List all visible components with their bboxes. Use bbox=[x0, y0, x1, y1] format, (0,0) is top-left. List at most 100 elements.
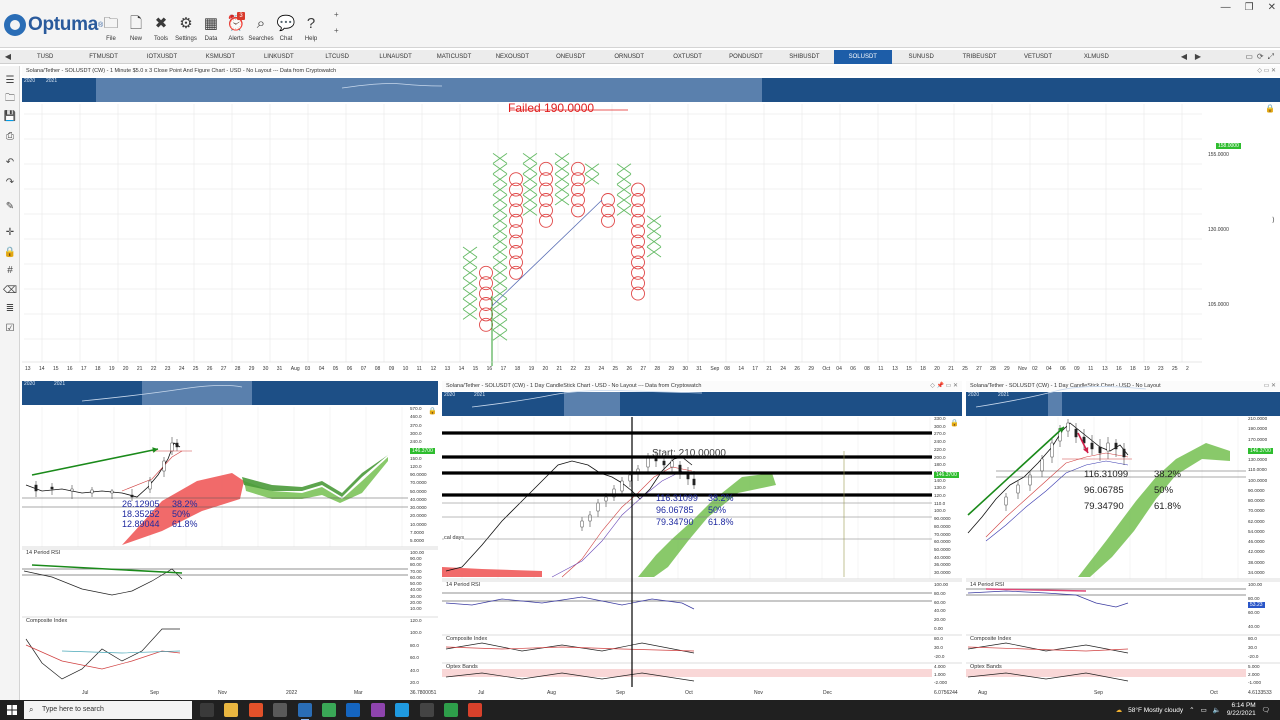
lock-icon[interactable]: 🔒 bbox=[428, 407, 437, 415]
minimize-button[interactable]: — bbox=[1221, 2, 1231, 13]
pf-date-label: 13 bbox=[25, 366, 31, 372]
left-candlestick-chart-pane[interactable]: 20202021 570.0460.0370.0300.0240.0190.01… bbox=[22, 381, 438, 699]
lock-icon[interactable]: 🔒 bbox=[1265, 104, 1275, 113]
weather-text[interactable]: 58°F Mostly cloudy bbox=[1128, 707, 1183, 714]
tray-chevron-icon[interactable]: ⌃ bbox=[1189, 706, 1194, 714]
pf-date-label: 13 bbox=[892, 366, 898, 372]
tab-ltcusd[interactable]: LTCUSD bbox=[308, 50, 366, 64]
snip-tool-icon[interactable] bbox=[468, 703, 483, 717]
undo-icon[interactable]: ↶ bbox=[3, 156, 17, 170]
tab-lunausdt[interactable]: LUNAUSDT bbox=[366, 50, 424, 64]
network-app-icon[interactable] bbox=[395, 703, 410, 717]
notifications-icon[interactable]: 🗨 bbox=[1262, 706, 1270, 714]
tabs-scroll-right-button[interactable]: ▶ bbox=[1192, 50, 1204, 64]
point-and-figure-chart-pane[interactable]: Solana/Tether - SOLUSDT (CW) - 1 Minute … bbox=[22, 66, 1280, 378]
network-icon[interactable]: ▭ bbox=[1201, 706, 1207, 714]
pf-axis-collapse-icon[interactable]: ⟩ bbox=[1272, 216, 1275, 224]
tools-button[interactable]: ✖ Tools bbox=[148, 14, 174, 46]
redo-icon[interactable]: ↷ bbox=[3, 176, 17, 190]
toolbar-add-icon[interactable]: + bbox=[334, 26, 339, 35]
list-icon[interactable]: ☰ bbox=[3, 74, 17, 88]
tab-maticusdt[interactable]: MATICUSDT bbox=[425, 50, 483, 64]
right-chart-canvas[interactable] bbox=[966, 381, 1280, 699]
tabs-scroll-left-button[interactable]: ◀ bbox=[2, 50, 14, 64]
layout-icon[interactable]: ▭ bbox=[1245, 50, 1253, 64]
grid-icon[interactable]: # bbox=[3, 264, 17, 278]
data-button[interactable]: ▦ Data bbox=[198, 14, 224, 46]
tab-tusd[interactable]: TUSD bbox=[16, 50, 74, 64]
pf-chart-canvas[interactable] bbox=[22, 66, 1280, 378]
lock-icon[interactable]: 🔒 bbox=[950, 419, 959, 427]
tabs-scroll-left-button[interactable]: ◀ bbox=[1178, 50, 1190, 64]
new-button[interactable]: 🗋 New bbox=[123, 14, 149, 46]
pf-date-label: 18 bbox=[920, 366, 926, 372]
print-icon[interactable]: ⎙ bbox=[3, 130, 17, 144]
task-view-icon[interactable] bbox=[200, 703, 214, 717]
layers-icon[interactable]: ≣ bbox=[3, 302, 17, 316]
tab-pondusdt[interactable]: PONDUSDT bbox=[717, 50, 775, 64]
tab-oxtusdt[interactable]: OXTUSDT bbox=[658, 50, 716, 64]
media-player-icon[interactable] bbox=[370, 703, 385, 717]
alerts-button-label: Alerts bbox=[228, 36, 244, 42]
optuma-app-icon[interactable] bbox=[297, 703, 312, 720]
maximize-button[interactable]: ❐ bbox=[1245, 2, 1254, 13]
middle-fib-percent: 50% bbox=[708, 505, 727, 515]
tab-oneusdt[interactable]: ONEUSDT bbox=[542, 50, 600, 64]
middle-date-label: Nov bbox=[754, 690, 763, 696]
left-price-label: 570.0 bbox=[410, 406, 422, 411]
tab-ornusdt[interactable]: ORNUSDT bbox=[600, 50, 658, 64]
tab-ksmusdt[interactable]: KSMUSDT bbox=[191, 50, 249, 64]
middle-candlestick-chart-pane[interactable]: Solana/Tether - SOLUSDT (CW) - 1 Day Can… bbox=[442, 381, 962, 699]
weather-icon[interactable]: ☁ bbox=[1116, 706, 1123, 714]
tab-ftmusdt[interactable]: FTMUSDT bbox=[74, 50, 132, 64]
help-button[interactable]: ? Help bbox=[298, 14, 324, 46]
settings-button-label: Settings bbox=[175, 36, 197, 42]
windows-start-button[interactable] bbox=[2, 702, 22, 718]
tab-sunusd[interactable]: SUNUSD bbox=[892, 50, 950, 64]
file-explorer-icon[interactable] bbox=[224, 703, 239, 717]
refresh-icon[interactable]: ⟳ bbox=[1257, 50, 1264, 64]
right-fib-value: 79.34790 bbox=[1084, 501, 1124, 512]
taskbar-search-box[interactable]: ⌕ Type here to search bbox=[24, 701, 192, 719]
close-button[interactable]: ✕ bbox=[1268, 2, 1276, 13]
eraser-icon[interactable]: ⌫ bbox=[3, 284, 17, 298]
calculator-icon[interactable] bbox=[273, 703, 288, 717]
tab-iotxusdt[interactable]: IOTXUSDT bbox=[133, 50, 191, 64]
brave-browser-icon[interactable] bbox=[248, 703, 263, 717]
tab-xlmusd[interactable]: XLMUSD bbox=[1067, 50, 1125, 64]
middle-price-label: 50.0000 bbox=[934, 546, 951, 552]
green-app-icon[interactable] bbox=[444, 703, 458, 717]
pf-date-label: 03 bbox=[304, 366, 311, 372]
left-composite-line bbox=[25, 628, 180, 680]
pf-date-label: 12 bbox=[430, 366, 437, 372]
chat-button[interactable]: 💬 Chat bbox=[273, 14, 299, 46]
tab-vetusdt[interactable]: VETUSDT bbox=[1009, 50, 1067, 64]
tab-shibusdt[interactable]: SHIBUSDT bbox=[775, 50, 833, 64]
left-chart-canvas[interactable] bbox=[22, 381, 438, 699]
pf-x-column bbox=[646, 215, 662, 258]
save-icon[interactable]: 💾 bbox=[3, 110, 17, 124]
tab-linkusdt[interactable]: LINKUSDT bbox=[250, 50, 308, 64]
settings-button[interactable]: ⚙ Settings bbox=[173, 14, 199, 46]
middle-chart-canvas[interactable] bbox=[442, 381, 962, 699]
toolbar-add-icon[interactable]: + bbox=[334, 10, 339, 19]
file-button[interactable]: 🗀 File bbox=[98, 14, 124, 46]
alerts-button[interactable]: ⏰ Alerts 3 bbox=[223, 12, 249, 46]
taskbar-clock[interactable]: 6:14 PM 9/22/2021 bbox=[1227, 702, 1256, 718]
folder-icon[interactable]: 🗀 bbox=[3, 92, 17, 106]
searches-button[interactable]: ⌕ Searches bbox=[248, 14, 274, 46]
checklist-icon[interactable]: ☑ bbox=[3, 322, 17, 336]
volume-icon[interactable]: 🔈 bbox=[1213, 706, 1221, 714]
expand-icon[interactable]: ⤢ bbox=[1268, 50, 1274, 64]
tab-tribeusdt[interactable]: TRIBEUSDT bbox=[950, 50, 1008, 64]
lock-icon[interactable]: 🔒 bbox=[3, 246, 17, 260]
obs-icon[interactable] bbox=[419, 703, 434, 717]
outlook-icon[interactable] bbox=[346, 703, 361, 717]
right-candlestick-chart-pane[interactable]: Solana/Tether - SOLUSDT (CW) - 1 Day Can… bbox=[966, 381, 1280, 699]
tab-solusdt[interactable]: SOLUSDT bbox=[833, 50, 892, 64]
tab-nexousdt[interactable]: NEXOUSDT bbox=[483, 50, 541, 64]
pen-tool-icon[interactable]: ✎ bbox=[3, 200, 17, 214]
crosshair-icon[interactable]: ✛ bbox=[3, 226, 17, 240]
chrome-icon[interactable] bbox=[322, 703, 336, 717]
right-overview-line bbox=[975, 386, 1147, 408]
